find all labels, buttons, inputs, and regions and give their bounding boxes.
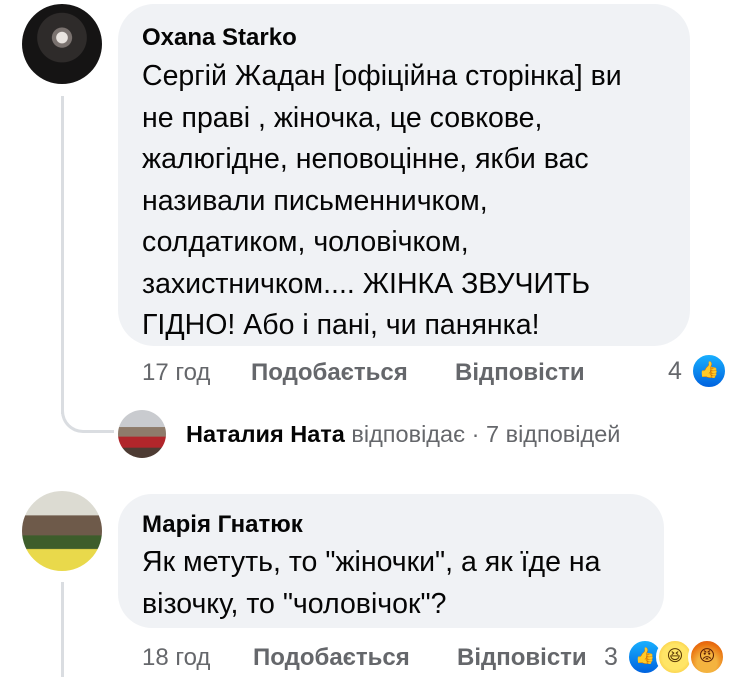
reply-button[interactable]: Відповісти: [457, 644, 587, 672]
like-button[interactable]: Подобається: [253, 644, 410, 672]
comment-line: жалюгідне, неповоцінне, якби вас: [142, 143, 589, 175]
angry-reaction-icon[interactable]: 😡: [688, 638, 726, 676]
reaction-count[interactable]: 4: [668, 357, 682, 386]
comment-text: Сергій Жадан [офіційна сторінка] ви не п…: [142, 56, 622, 347]
avatar[interactable]: [22, 4, 102, 84]
comment-line: називали письменничком,: [142, 184, 488, 217]
reply-verb: відповідає: [351, 421, 466, 447]
reply-author: Наталия Ната: [186, 421, 345, 447]
reply-button[interactable]: Відповісти: [455, 359, 585, 387]
reply-count: 7 відповідей: [485, 421, 621, 447]
comment-author[interactable]: Марія Гнатюк: [142, 511, 303, 539]
avatar[interactable]: [22, 491, 102, 571]
thread-connector-curve: [61, 396, 114, 433]
comment-line: не праві , жіночка, це совкове,: [142, 101, 543, 134]
comment-timestamp[interactable]: 17 год: [142, 359, 210, 387]
comment-timestamp[interactable]: 18 год: [142, 644, 210, 672]
view-replies-link[interactable]: Наталия Ната відповідає · 7 відповідей: [186, 421, 620, 448]
reaction-count[interactable]: 3: [604, 643, 618, 672]
thread-line: [61, 582, 64, 677]
separator: ·: [471, 421, 480, 447]
comment-line: солдатиком, чоловічком,: [142, 226, 469, 258]
avatar[interactable]: [118, 410, 166, 458]
comment-line: візочку, то "чоловічок"?: [142, 587, 447, 620]
comment-line: ГІДНО! Або і пані, чи панянка!: [142, 309, 540, 341]
thread-line: [61, 96, 64, 414]
like-reaction-icon[interactable]: 👍: [690, 352, 728, 390]
comment-line: Сергій Жадан [офіційна сторінка] ви: [142, 60, 622, 92]
comment-line: Як метуть, то "жіночки", а як їде на: [142, 546, 601, 578]
comment-author[interactable]: Oxana Starko: [142, 24, 297, 52]
comment-line: захистничком.... ЖІНКА ЗВУЧИТЬ: [142, 267, 591, 300]
like-button[interactable]: Подобається: [251, 359, 408, 387]
comment-text: Як метуть, то "жіночки", а як їде на віз…: [142, 542, 601, 625]
